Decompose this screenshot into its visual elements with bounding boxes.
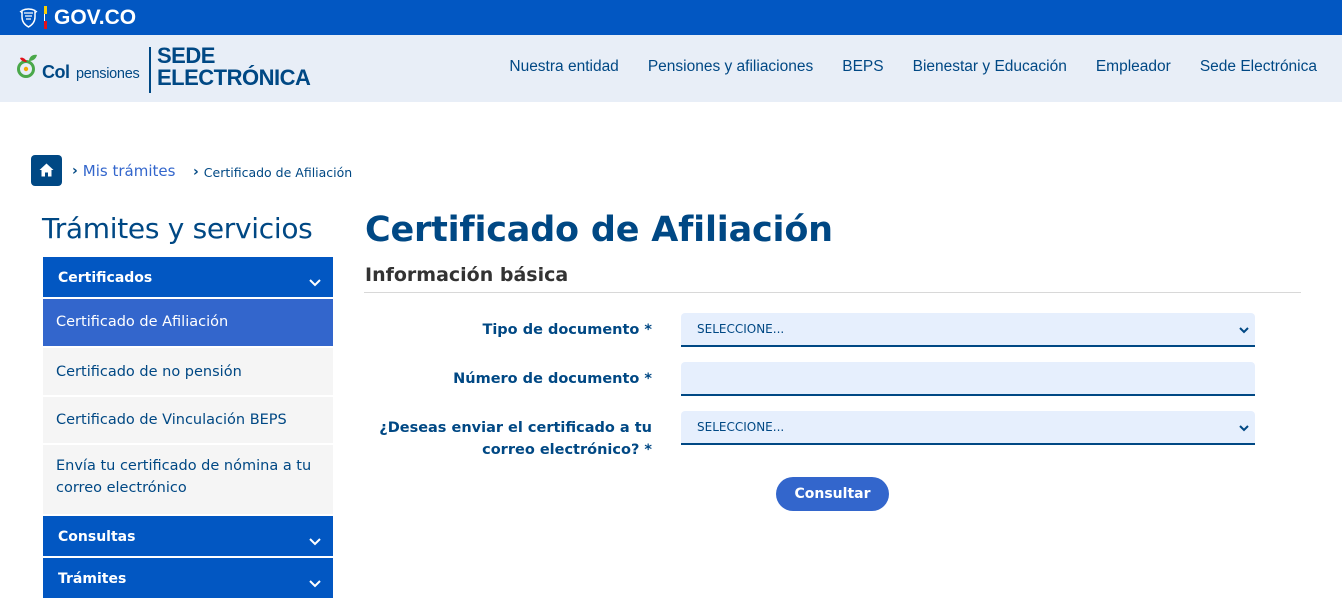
sidebar-item-certificado-vinculacion-beps[interactable]: Certificado de Vinculación BEPS: [43, 397, 333, 445]
electronica-line: ELECTRÓNICA: [157, 65, 311, 90]
flag-stripe: [44, 6, 47, 29]
logo-col-text: Col: [42, 62, 70, 82]
consultar-button[interactable]: Consultar: [776, 477, 889, 511]
doc-type-label: Tipo de documento *: [482, 322, 652, 338]
doc-number-label: Número de documento *: [453, 371, 652, 387]
accordion-label: Trámites: [58, 571, 127, 587]
sede-line: SEDE: [157, 43, 215, 68]
accordion-consultas[interactable]: Consultas: [43, 516, 333, 558]
sidebar-item-certificado-afiliacion[interactable]: Certificado de Afiliación: [43, 299, 333, 348]
sidebar-item-certificado-nomina[interactable]: Envía tu certificado de nómina a tu corr…: [43, 445, 333, 516]
chevron-down-icon: [309, 538, 321, 546]
sede-electronica-logo: SEDE ELECTRÓNICA: [157, 43, 311, 90]
sidebar-item-certificado-no-pension[interactable]: Certificado de no pensión: [43, 348, 333, 397]
chevron-down-icon: [309, 580, 321, 588]
colpensiones-mark-icon: [17, 54, 37, 78]
select-value: SELECCIONE...: [697, 420, 785, 434]
nav-beps[interactable]: BEPS: [842, 58, 883, 76]
logo-pensiones-text: pensiones: [76, 66, 140, 82]
nav-nuestra-entidad[interactable]: Nuestra entidad: [509, 58, 618, 76]
breadcrumb-current: Certificado de Afiliación: [203, 164, 353, 180]
chevron-down-icon: [1239, 327, 1249, 334]
main-nav: Nuestra entidad Pensiones y afiliaciones…: [480, 58, 1317, 76]
accordion-label: Certificados: [58, 270, 153, 286]
gov-bar: GOV.CO: [0, 0, 1342, 35]
logo-divider: [149, 47, 151, 93]
nav-bienestar-educacion[interactable]: Bienestar y Educación: [913, 58, 1067, 76]
colpensiones-logo[interactable]: Col pensiones SEDE ELECTRÓNICA: [17, 43, 317, 93]
divider: [364, 292, 1301, 293]
send-email-label: ¿Deseas enviar el certificado a tu corre…: [379, 417, 652, 461]
accordion-label: Consultas: [58, 529, 136, 545]
accordion-tramites[interactable]: Trámites: [43, 558, 333, 600]
nav-pensiones-afiliaciones[interactable]: Pensiones y afiliaciones: [648, 58, 813, 76]
sidebar-menu: Certificados Certificado de Afiliación C…: [43, 257, 333, 600]
send-email-select[interactable]: SELECCIONE...: [681, 411, 1255, 445]
nav-sede-electronica[interactable]: Sede Electrónica: [1200, 58, 1317, 76]
chevron-down-icon: [1239, 425, 1249, 432]
site-header: Col pensiones SEDE ELECTRÓNICA Nuestra e…: [0, 35, 1342, 102]
chevron-right-icon: ›: [72, 163, 78, 179]
send-email-label-line2: correo electrónico? *: [482, 442, 652, 458]
coat-of-arms-icon: [19, 8, 38, 28]
breadcrumb-mis-tramites-link[interactable]: Mis trámites: [83, 162, 176, 180]
home-icon: [39, 163, 54, 177]
page-title: Certificado de Afiliación: [365, 210, 833, 250]
sidebar-title: Trámites y servicios: [42, 212, 313, 245]
nav-empleador[interactable]: Empleador: [1096, 58, 1171, 76]
send-email-label-line1: ¿Deseas enviar el certificado a tu: [379, 420, 652, 436]
chevron-down-icon: [309, 279, 321, 287]
breadcrumb-item: › Certificado de Afiliación: [193, 164, 352, 180]
doc-number-input[interactable]: [681, 362, 1255, 396]
gov-co-logo[interactable]: GOV.CO: [54, 7, 136, 29]
breadcrumb-item: › Mis trámites: [72, 162, 175, 180]
doc-type-select[interactable]: SELECCIONE...: [681, 313, 1255, 347]
accordion-certificados[interactable]: Certificados: [43, 257, 333, 299]
chevron-right-icon: ›: [193, 164, 199, 180]
select-value: SELECCIONE...: [697, 322, 785, 336]
breadcrumb-home-button[interactable]: [31, 155, 62, 186]
section-subtitle: Información básica: [365, 264, 569, 286]
